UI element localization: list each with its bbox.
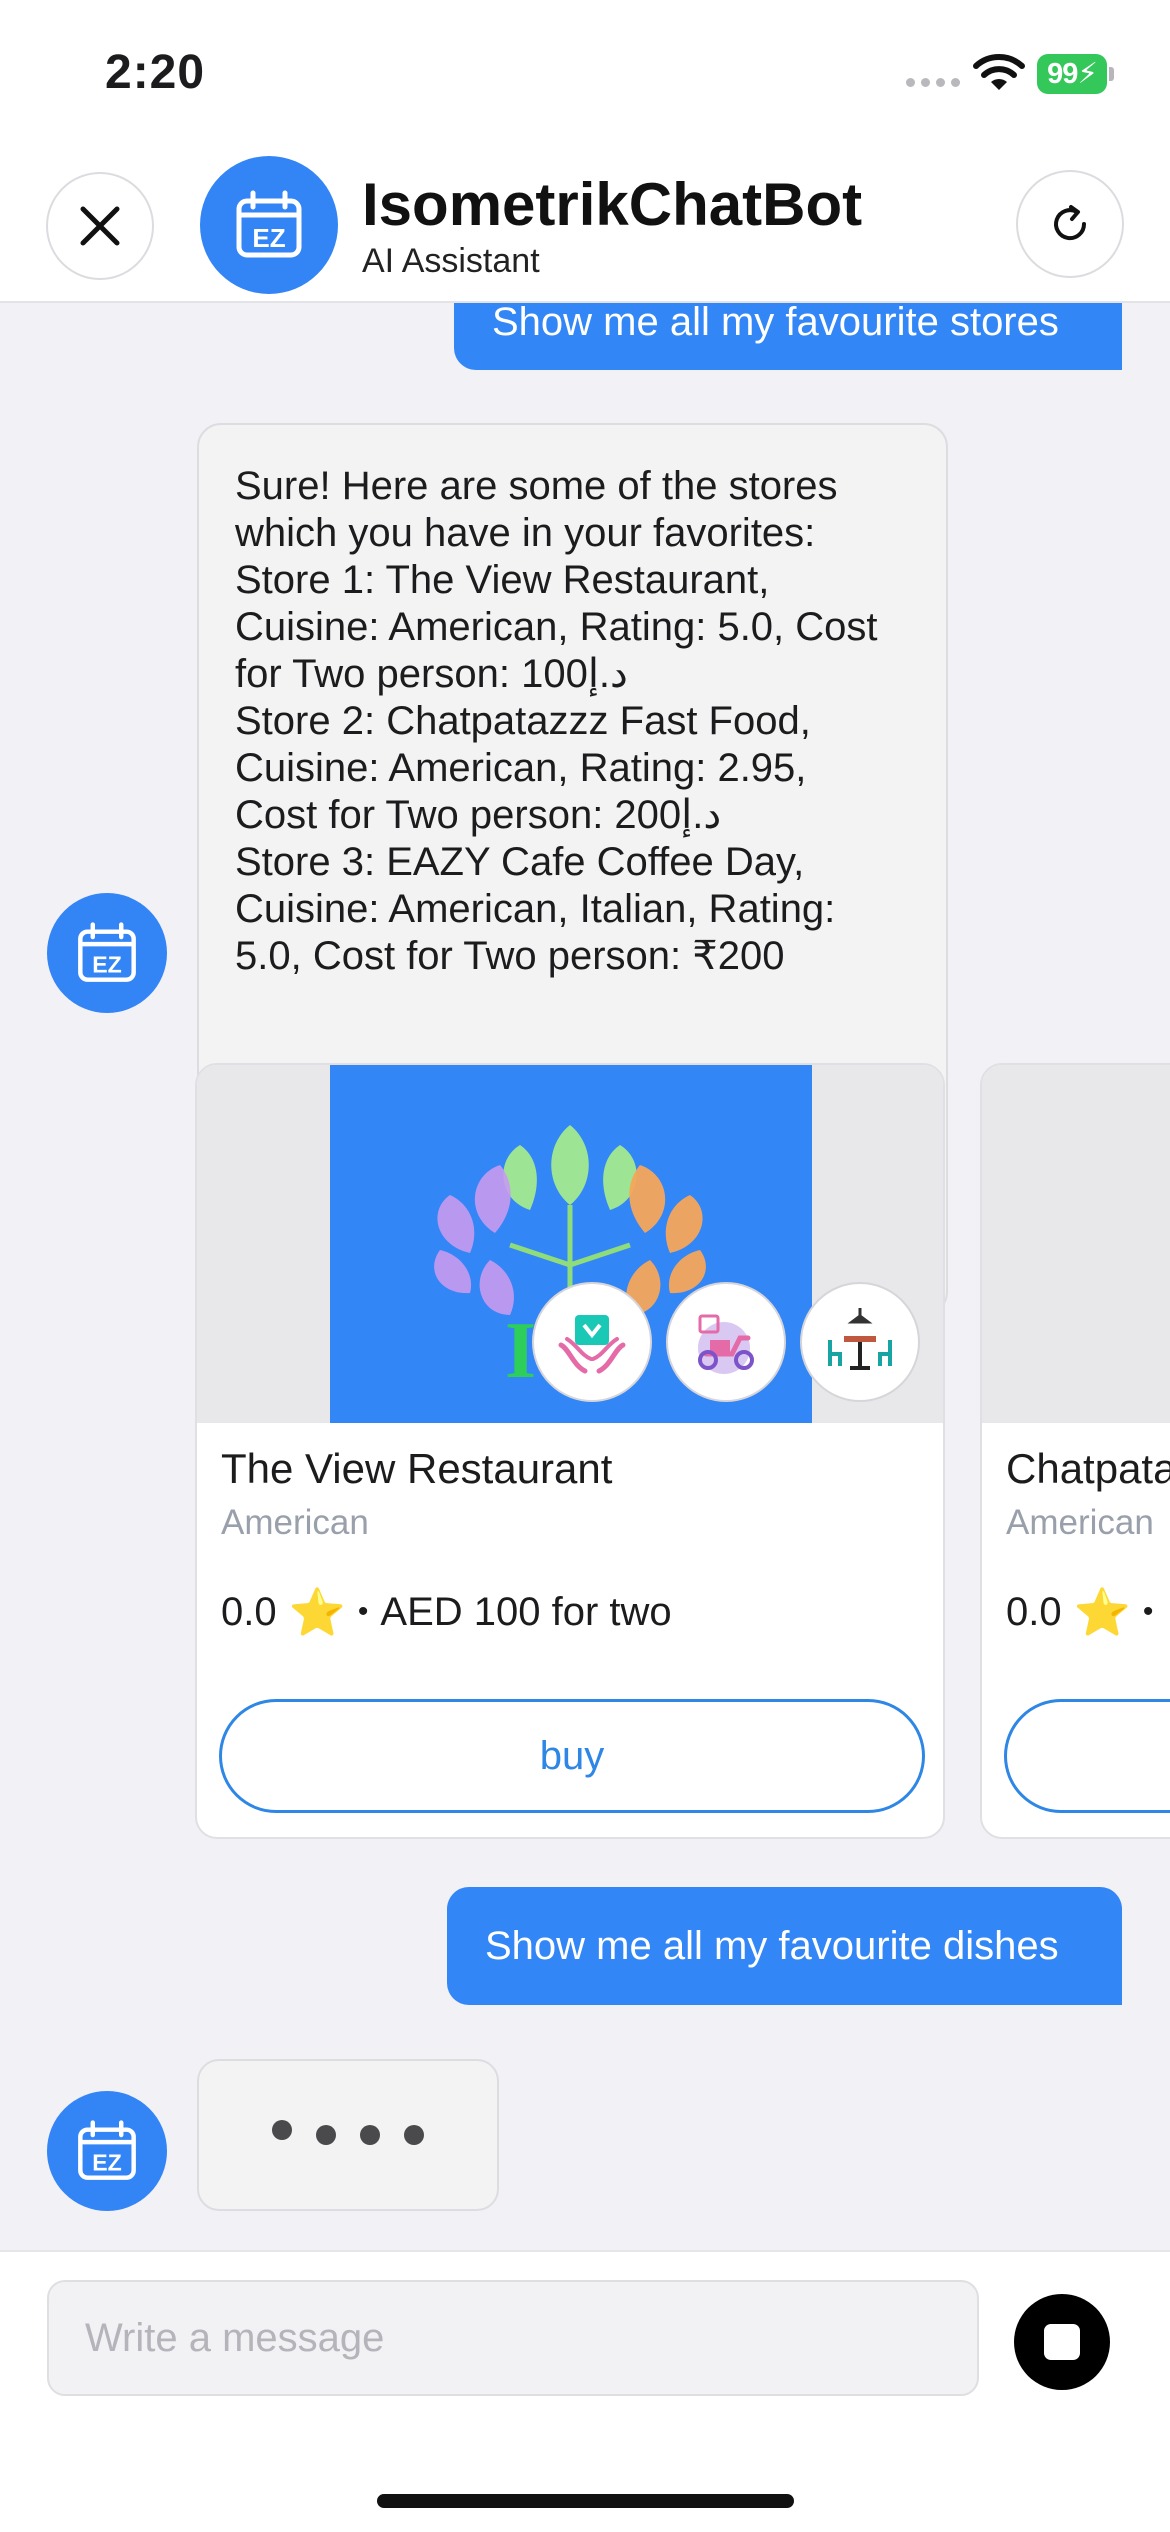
buy-button[interactable]: buy — [219, 1699, 925, 1813]
battery-icon: 99⚡ — [1037, 54, 1115, 94]
bot-message-avatar: EZ — [47, 2091, 167, 2211]
store-meta: 0.0 ⭐ • — [1006, 1589, 1153, 1635]
chat-messages[interactable]: Show me all my favourite stores EZ Sure!… — [0, 303, 1170, 2250]
bot-message-line: Store 3: EAZY Cafe Coffee Day, — [235, 840, 805, 884]
close-icon — [80, 206, 120, 246]
refresh-icon — [1054, 205, 1087, 241]
store-image-area — [982, 1065, 1170, 1423]
calendar-ez-icon: EZ — [78, 2120, 136, 2180]
stop-button[interactable] — [1014, 2294, 1110, 2390]
store-feature-badges — [532, 1282, 920, 1402]
bot-message-line: Store 1: The View Restaurant, — [235, 558, 770, 602]
svg-text:EZ: EZ — [92, 2150, 122, 2176]
status-bar: 2:20 99⚡ — [0, 0, 1170, 150]
refresh-button[interactable] — [1016, 170, 1124, 278]
chat-title: IsometrikChatBot — [362, 171, 863, 238]
home-indicator[interactable] — [377, 2494, 794, 2508]
bot-message-line: Cost for Two person: 200د.إ — [235, 793, 722, 837]
chat-subtitle: AI Assistant — [362, 242, 540, 280]
message-input[interactable] — [47, 2280, 979, 2396]
delivery-scooter-icon — [666, 1282, 786, 1402]
store-name: Chatpata — [1006, 1445, 1170, 1492]
bot-avatar: EZ — [200, 156, 338, 294]
bot-message-avatar: EZ — [47, 893, 167, 1013]
wifi-icon — [973, 54, 1025, 90]
battery-level: 99 — [1047, 58, 1078, 90]
chat-header: EZ IsometrikChatBot AI Assistant — [0, 150, 1170, 303]
close-button[interactable] — [46, 172, 154, 280]
bot-message-line: which you have in your favorites: — [235, 511, 816, 555]
status-time: 2:20 — [105, 46, 206, 99]
star-icon: ⭐ — [288, 1586, 346, 1638]
store-meta: 0.0 ⭐ • AED 100 for two — [221, 1589, 672, 1635]
user-message-text: Show me all my favourite stores — [492, 303, 1059, 344]
svg-text:EZ: EZ — [92, 952, 122, 978]
cellular-signal-icon — [906, 78, 960, 87]
buy-button[interactable]: buy — [1004, 1699, 1170, 1813]
store-card[interactable]: I The View Restaurant American 0.0 ⭐ • A… — [195, 1063, 945, 1839]
hands-gift-icon — [532, 1282, 652, 1402]
stop-icon — [1044, 2324, 1080, 2360]
user-message: Show me all my favourite stores — [454, 303, 1122, 370]
bot-message-line: Cuisine: American, Italian, Rating: — [235, 887, 836, 931]
typing-indicator — [197, 2059, 499, 2211]
charging-bolt-icon: ⚡ — [1077, 58, 1097, 90]
separator-dot: • — [1142, 1595, 1154, 1628]
store-card[interactable]: Chatpata American 0.0 ⭐ • buy — [980, 1063, 1170, 1839]
calendar-ez-icon: EZ — [236, 190, 302, 258]
bot-message-line: 5.0, Cost for Two person: ₹200 — [235, 934, 785, 978]
store-cost: AED 100 for two — [380, 1589, 672, 1634]
dine-in-table-icon — [800, 1282, 920, 1402]
user-message-text: Show me all my favourite dishes — [485, 1923, 1059, 1968]
star-icon: ⭐ — [1073, 1586, 1131, 1638]
store-image-area: I — [197, 1065, 943, 1423]
user-message: Show me all my favourite dishes — [447, 1887, 1122, 2005]
message-composer — [0, 2250, 1170, 2532]
store-rating: 0.0 — [221, 1589, 277, 1634]
store-name: The View Restaurant — [221, 1445, 613, 1492]
calendar-ez-icon: EZ — [78, 922, 136, 982]
bot-message-line: for Two person: 100د.إ — [235, 652, 628, 696]
store-rating: 0.0 — [1006, 1589, 1062, 1634]
bot-message-line: Sure! Here are some of the stores — [235, 464, 838, 508]
svg-text:EZ: EZ — [252, 223, 285, 253]
bot-message-line: Cuisine: American, Rating: 2.95, — [235, 746, 807, 790]
bot-message-line: Store 2: Chatpatazzz Fast Food, — [235, 699, 811, 743]
store-cuisine: American — [221, 1503, 369, 1542]
store-cuisine: American — [1006, 1503, 1154, 1542]
separator-dot: • — [357, 1595, 369, 1628]
bot-message-line: Cuisine: American, Rating: 5.0, Cost — [235, 605, 878, 649]
